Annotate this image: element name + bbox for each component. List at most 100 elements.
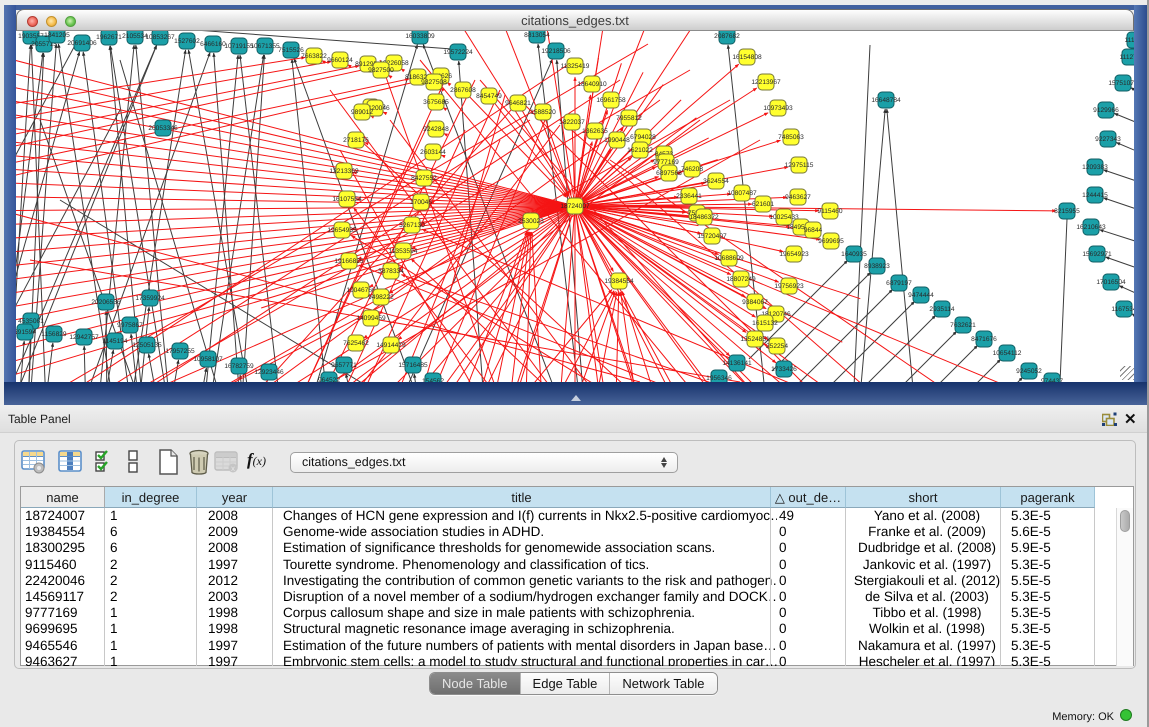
svg-text:1527602: 1527602: [174, 38, 200, 45]
svg-text:9646821: 9646821: [505, 100, 531, 107]
svg-text:154562: 154562: [422, 378, 444, 382]
svg-text:16154808: 16154808: [732, 54, 762, 61]
svg-text:1962671: 1962671: [96, 34, 122, 41]
svg-text:6879197: 6879197: [886, 280, 912, 287]
svg-text:2935114: 2935114: [929, 306, 955, 313]
svg-text:8938923: 8938923: [864, 263, 890, 270]
svg-text:2105534: 2105534: [122, 33, 148, 40]
svg-text:2603144: 2603144: [420, 149, 446, 156]
svg-text:9975867: 9975867: [117, 322, 143, 329]
svg-text:989012: 989012: [351, 109, 373, 116]
svg-text:1822037: 1822037: [559, 119, 585, 126]
svg-text:9474444: 9474444: [908, 292, 934, 299]
svg-text:7625462: 7625462: [343, 340, 369, 347]
svg-text:12213967: 12213967: [751, 79, 781, 86]
svg-text:13524851: 13524851: [740, 336, 770, 343]
svg-text:14914479: 14914479: [376, 342, 406, 349]
svg-text:1640935: 1640935: [841, 251, 867, 258]
svg-text:3624554: 3624554: [703, 178, 729, 185]
svg-text:10688609: 10688609: [714, 255, 744, 262]
svg-text:15716485: 15716485: [398, 362, 428, 369]
svg-text:3878334: 3878334: [378, 268, 404, 275]
svg-text:9660124: 9660124: [327, 57, 353, 64]
svg-text:1167534: 1167534: [1111, 306, 1134, 313]
svg-text:16648784: 16648784: [871, 97, 901, 104]
svg-text:964522: 964522: [318, 377, 340, 382]
svg-text:9227343: 9227343: [1095, 136, 1121, 143]
svg-text:17016504: 17016504: [1096, 279, 1126, 286]
svg-text:111275: 111275: [1119, 54, 1134, 61]
svg-text:10958107: 10958107: [193, 356, 223, 363]
svg-text:1733426: 1733426: [771, 366, 797, 373]
svg-text:7632621: 7632621: [950, 322, 976, 329]
svg-text:14099459: 14099459: [356, 315, 386, 322]
svg-text:170046: 170046: [410, 199, 432, 206]
svg-text:16033809: 16033809: [405, 33, 435, 40]
svg-text:15720407: 15720407: [697, 233, 727, 240]
svg-text:1209383: 1209383: [1082, 164, 1108, 171]
svg-text:16782759: 16782759: [224, 363, 254, 370]
svg-text:252254: 252254: [766, 343, 788, 350]
svg-text:16961758: 16961758: [596, 97, 626, 104]
svg-text:12942757: 12942757: [69, 334, 99, 341]
svg-text:9827500: 9827500: [368, 67, 394, 74]
svg-text:2087682: 2087682: [714, 33, 740, 40]
svg-text:20206536: 20206536: [91, 299, 121, 306]
svg-text:15751074: 15751074: [1108, 80, 1134, 87]
svg-text:17957255: 17957255: [165, 348, 195, 355]
svg-text:746208: 746208: [681, 166, 703, 173]
svg-text:7485063: 7485063: [778, 134, 804, 141]
svg-text:1615132: 1615132: [752, 320, 778, 327]
svg-text:621601: 621601: [752, 201, 774, 208]
svg-text:3675685: 3675685: [423, 99, 449, 106]
svg-text:15692971: 15692971: [1082, 251, 1112, 258]
svg-text:10807487: 10807487: [727, 190, 757, 197]
svg-text:19384554: 19384554: [604, 278, 634, 285]
svg-text:14136141: 14136141: [722, 360, 752, 367]
svg-text:96844: 96844: [804, 227, 823, 234]
svg-text:12213369: 12213369: [329, 168, 359, 175]
svg-text:9699695: 9699695: [818, 238, 844, 245]
svg-text:18640910: 18640910: [577, 81, 607, 88]
svg-text:2718176: 2718176: [343, 137, 369, 144]
svg-text:19654935: 19654935: [327, 227, 357, 234]
svg-text:6794028: 6794028: [630, 134, 656, 141]
svg-text:20691406: 20691406: [67, 40, 97, 47]
svg-text:10046766: 10046766: [346, 287, 376, 294]
svg-text:2530023: 2530023: [518, 218, 544, 225]
svg-text:9498222: 9498222: [368, 294, 394, 301]
svg-text:16107554: 16107554: [332, 196, 362, 203]
svg-text:12923446: 12923446: [254, 369, 284, 376]
svg-text:391594: 391594: [16, 329, 36, 336]
svg-text:18807249: 18807249: [726, 276, 756, 283]
svg-text:19572224: 19572224: [443, 49, 473, 56]
svg-text:17359924: 17359924: [135, 295, 165, 302]
svg-text:8427552: 8427552: [411, 175, 437, 182]
svg-text:7663822: 7663822: [301, 53, 327, 60]
svg-text:9242848: 9242848: [423, 126, 449, 133]
svg-text:9657771: 9657771: [331, 362, 357, 369]
svg-text:19166825: 19166825: [334, 258, 364, 265]
svg-text:1244415: 1244415: [1082, 192, 1108, 199]
svg-text:9463627: 9463627: [785, 194, 811, 201]
svg-text:9327508: 9327508: [421, 79, 447, 86]
svg-text:1156829: 1156829: [41, 331, 67, 338]
svg-text:111213: 111213: [1124, 37, 1134, 44]
svg-text:20053346: 20053346: [148, 125, 178, 132]
svg-text:1990448: 1990448: [604, 137, 630, 144]
svg-text:1621022: 1621022: [627, 147, 653, 154]
svg-text:8454749: 8454749: [476, 93, 502, 100]
svg-text:9115460: 9115460: [817, 208, 843, 215]
svg-text:9245052: 9245052: [1016, 368, 1042, 375]
svg-text:974437: 974437: [1041, 378, 1063, 382]
svg-text:7955812: 7955812: [616, 115, 642, 122]
svg-text:1956346: 1956346: [706, 375, 732, 382]
svg-text:1362635: 1362635: [582, 128, 608, 135]
svg-text:12505135: 12505135: [132, 342, 162, 349]
svg-text:19756923: 19756923: [774, 283, 804, 290]
svg-text:1145194: 1145194: [102, 338, 128, 345]
svg-text:8215955: 8215955: [1054, 208, 1080, 215]
svg-text:8813054: 8813054: [524, 32, 550, 39]
svg-text:10654112: 10654112: [993, 350, 1022, 357]
svg-text:19654923: 19654923: [779, 251, 809, 258]
